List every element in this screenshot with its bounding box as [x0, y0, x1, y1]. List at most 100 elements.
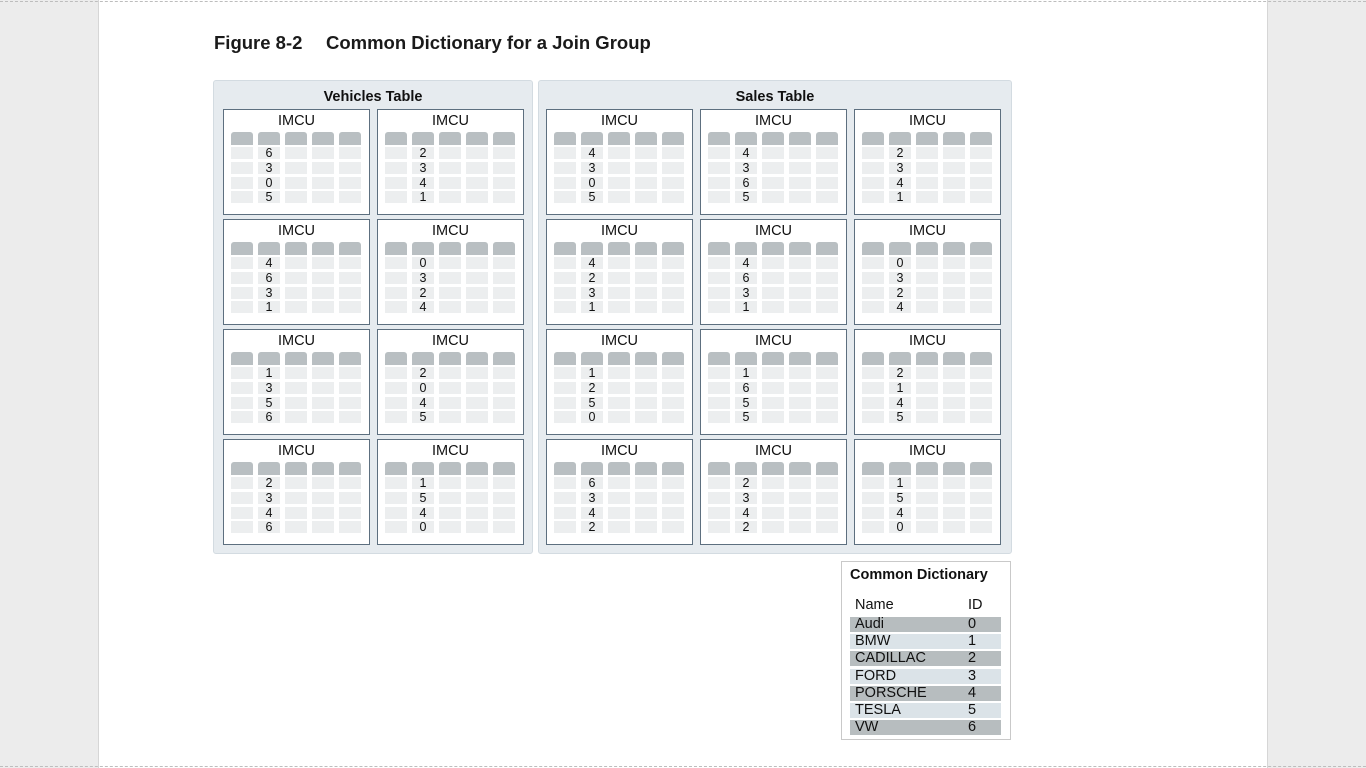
- column-cell: [970, 257, 992, 269]
- dictionary-code-value: 6: [742, 271, 750, 285]
- column-header-cell: [581, 462, 603, 475]
- column-cell: [762, 492, 784, 504]
- dictionary-code-value: 1: [265, 300, 273, 314]
- column-cell: [789, 411, 811, 423]
- dictionary-code-value: 6: [742, 176, 750, 190]
- column-cell: [662, 301, 684, 313]
- column-cell: [762, 191, 784, 203]
- column-cell: [635, 397, 657, 409]
- column-cell: [554, 272, 576, 284]
- dictionary-code-value: 2: [896, 286, 904, 300]
- column-header-cell: [285, 462, 307, 475]
- column-cell: [385, 397, 407, 409]
- dictionary-code-value: 4: [419, 506, 427, 520]
- column-header-cell: [412, 132, 434, 145]
- dictionary-code-value: 6: [265, 520, 273, 534]
- dictionary-code-value: 2: [419, 366, 427, 380]
- column-cell: [762, 301, 784, 313]
- column-cell: [816, 147, 838, 159]
- column-cell: [943, 367, 965, 379]
- column-cell: [466, 521, 488, 533]
- column-cell: [708, 257, 730, 269]
- column-header-cell: [258, 352, 280, 365]
- column-cell: [762, 397, 784, 409]
- column-cell: [554, 301, 576, 313]
- column-cell: [789, 147, 811, 159]
- column-cell: [916, 257, 938, 269]
- column-cell: [862, 162, 884, 174]
- column-cell: [970, 477, 992, 489]
- column-header-cell: [493, 352, 515, 365]
- column-cell: [285, 147, 307, 159]
- column-cell: [312, 162, 334, 174]
- dictionary-id: 3: [968, 668, 977, 684]
- dictionary-name: CADILLAC: [855, 650, 926, 666]
- column-cell: [339, 301, 361, 313]
- column-header-cell: [554, 132, 576, 145]
- imcu-label: IMCU: [600, 223, 639, 239]
- column-cell: [970, 367, 992, 379]
- column-cell: [285, 177, 307, 189]
- column-cell: [789, 382, 811, 394]
- column-cell: [608, 507, 630, 519]
- column-cell: [916, 272, 938, 284]
- column-header-cell: [762, 242, 784, 255]
- column-cell: [662, 477, 684, 489]
- column-cell: [285, 477, 307, 489]
- column-cell: [862, 367, 884, 379]
- column-cell: [439, 507, 461, 519]
- column-header-cell: [439, 462, 461, 475]
- column-header-cell: [708, 462, 730, 475]
- column-cell: [970, 191, 992, 203]
- column-cell: [635, 492, 657, 504]
- column-cell: [970, 411, 992, 423]
- column-cell: [943, 521, 965, 533]
- dictionary-code-value: 1: [265, 366, 273, 380]
- column-header-cell: [385, 242, 407, 255]
- column-cell: [312, 257, 334, 269]
- dictionary-id: 4: [968, 685, 977, 701]
- column-cell: [816, 162, 838, 174]
- column-cell: [862, 492, 884, 504]
- column-cell: [816, 177, 838, 189]
- column-cell: [970, 521, 992, 533]
- column-cell: [708, 397, 730, 409]
- column-cell: [970, 272, 992, 284]
- page-break-bottom: [0, 766, 1366, 767]
- dictionary-name: BMW: [855, 633, 891, 649]
- imcu-label: IMCU: [277, 113, 316, 129]
- column-cell: [385, 382, 407, 394]
- imcu-block: IMCU 4 6 3 1: [223, 219, 370, 325]
- column-cell: [635, 272, 657, 284]
- column-cell: [970, 397, 992, 409]
- column-cell: [439, 477, 461, 489]
- column-cell: [285, 301, 307, 313]
- column-cell: [635, 507, 657, 519]
- column-header-cell: [554, 462, 576, 475]
- column-cell: [312, 147, 334, 159]
- column-cell: [608, 367, 630, 379]
- column-header-cell: [708, 242, 730, 255]
- dictionary-code-value: 6: [588, 476, 596, 490]
- column-header-cell: [258, 132, 280, 145]
- dictionary-code-value: 2: [419, 146, 427, 160]
- column-header-cell: [385, 352, 407, 365]
- column-cell: [708, 162, 730, 174]
- column-cell: [385, 147, 407, 159]
- column-cell: [608, 287, 630, 299]
- column-cell: [635, 382, 657, 394]
- dictionary-code-value: 0: [265, 176, 273, 190]
- column-cell: [439, 301, 461, 313]
- column-cell: [385, 507, 407, 519]
- dictionary-code-value: 1: [896, 381, 904, 395]
- dictionary-code-value: 0: [588, 176, 596, 190]
- column-cell: [554, 177, 576, 189]
- column-cell: [943, 492, 965, 504]
- column-cell: [816, 257, 838, 269]
- dictionary-code-value: 3: [896, 271, 904, 285]
- column-cell: [943, 411, 965, 423]
- column-cell: [762, 382, 784, 394]
- imcu-label: IMCU: [908, 333, 947, 349]
- column-cell: [662, 521, 684, 533]
- column-cell: [439, 191, 461, 203]
